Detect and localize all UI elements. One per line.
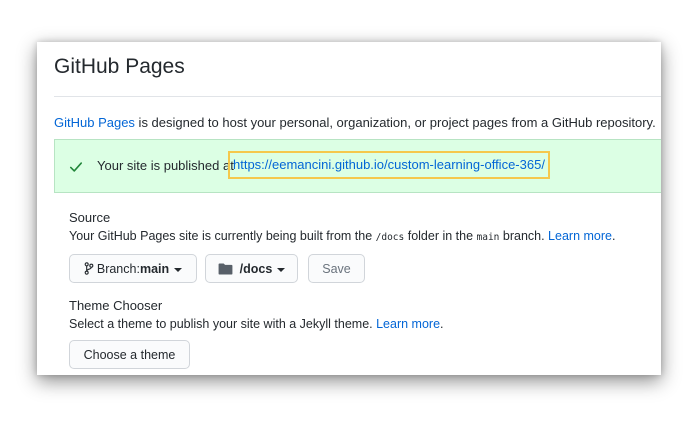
intro-description: is designed to host your personal, organ… xyxy=(134,115,656,130)
source-heading: Source xyxy=(69,210,111,225)
source-desc-part: branch. xyxy=(499,229,549,243)
folder-value: /docs xyxy=(239,261,273,276)
folder-code: /docs xyxy=(375,232,405,243)
theme-chooser-description: Select a theme to publish your site with… xyxy=(69,317,661,331)
theme-desc-part: . xyxy=(440,317,444,331)
intro-text: GitHub Pages is designed to host your pe… xyxy=(54,115,656,130)
branch-prefix-label: Branch: xyxy=(96,261,140,276)
source-description: Your GitHub Pages site is currently bein… xyxy=(69,229,661,243)
git-branch-icon xyxy=(84,262,94,275)
theme-chooser-section: Theme Chooser Select a theme to publish … xyxy=(69,298,661,331)
source-desc-part: Your GitHub Pages site is currently bein… xyxy=(69,229,376,243)
chevron-down-icon xyxy=(174,267,183,272)
source-desc-part: . xyxy=(611,229,616,243)
source-desc-part: folder in the xyxy=(404,229,477,243)
theme-learn-more-link[interactable]: Learn more xyxy=(376,317,440,331)
save-button[interactable]: Save xyxy=(308,254,365,283)
page-title: GitHub Pages xyxy=(54,55,185,78)
site-url-link[interactable]: https://eemancini.github.io/custom-learn… xyxy=(233,157,545,172)
folder-select-button[interactable]: /docs xyxy=(205,254,298,283)
branch-select-button[interactable]: Branch: main xyxy=(69,254,197,283)
title-divider xyxy=(54,96,661,97)
source-section: Source Your GitHub Pages site is current… xyxy=(69,210,661,243)
published-text: Your site is published at xyxy=(97,158,234,173)
github-pages-settings-card: GitHub Pages GitHub Pages is designed to… xyxy=(37,42,661,375)
published-flash-banner: Your site is published at https://eemanc… xyxy=(54,139,661,193)
choose-theme-button[interactable]: Choose a theme xyxy=(69,340,190,369)
site-url-highlight: https://eemancini.github.io/custom-learn… xyxy=(228,151,550,179)
folder-icon xyxy=(218,262,233,275)
check-icon xyxy=(69,162,83,172)
source-learn-more-link[interactable]: Learn more xyxy=(548,229,612,243)
branch-value: main xyxy=(139,261,170,276)
github-pages-link[interactable]: GitHub Pages xyxy=(54,115,135,130)
theme-chooser-heading: Theme Chooser xyxy=(69,298,163,313)
theme-desc-part: Select a theme to publish your site with… xyxy=(69,317,377,331)
branch-code: main xyxy=(476,232,500,243)
chevron-down-icon xyxy=(277,267,286,272)
